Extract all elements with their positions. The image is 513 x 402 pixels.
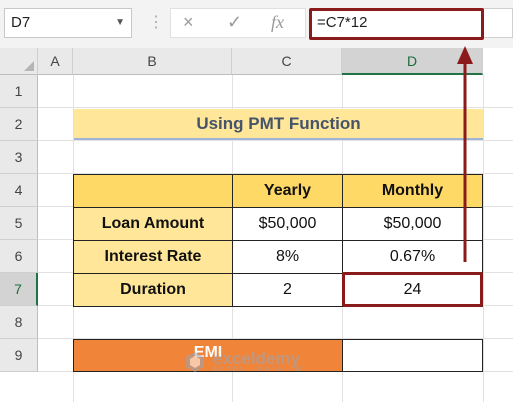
watermark-tagline: EXCEL · DATA · BI xyxy=(213,366,306,373)
arrow-head-icon xyxy=(457,46,473,64)
watermark: exceldemy EXCEL · DATA · BI xyxy=(183,350,306,374)
exceldemy-logo-icon xyxy=(186,352,204,372)
annotation-arrow xyxy=(457,46,473,262)
watermark-brand: exceldemy xyxy=(213,349,300,368)
watermark-text: exceldemy EXCEL · DATA · BI xyxy=(213,349,306,373)
